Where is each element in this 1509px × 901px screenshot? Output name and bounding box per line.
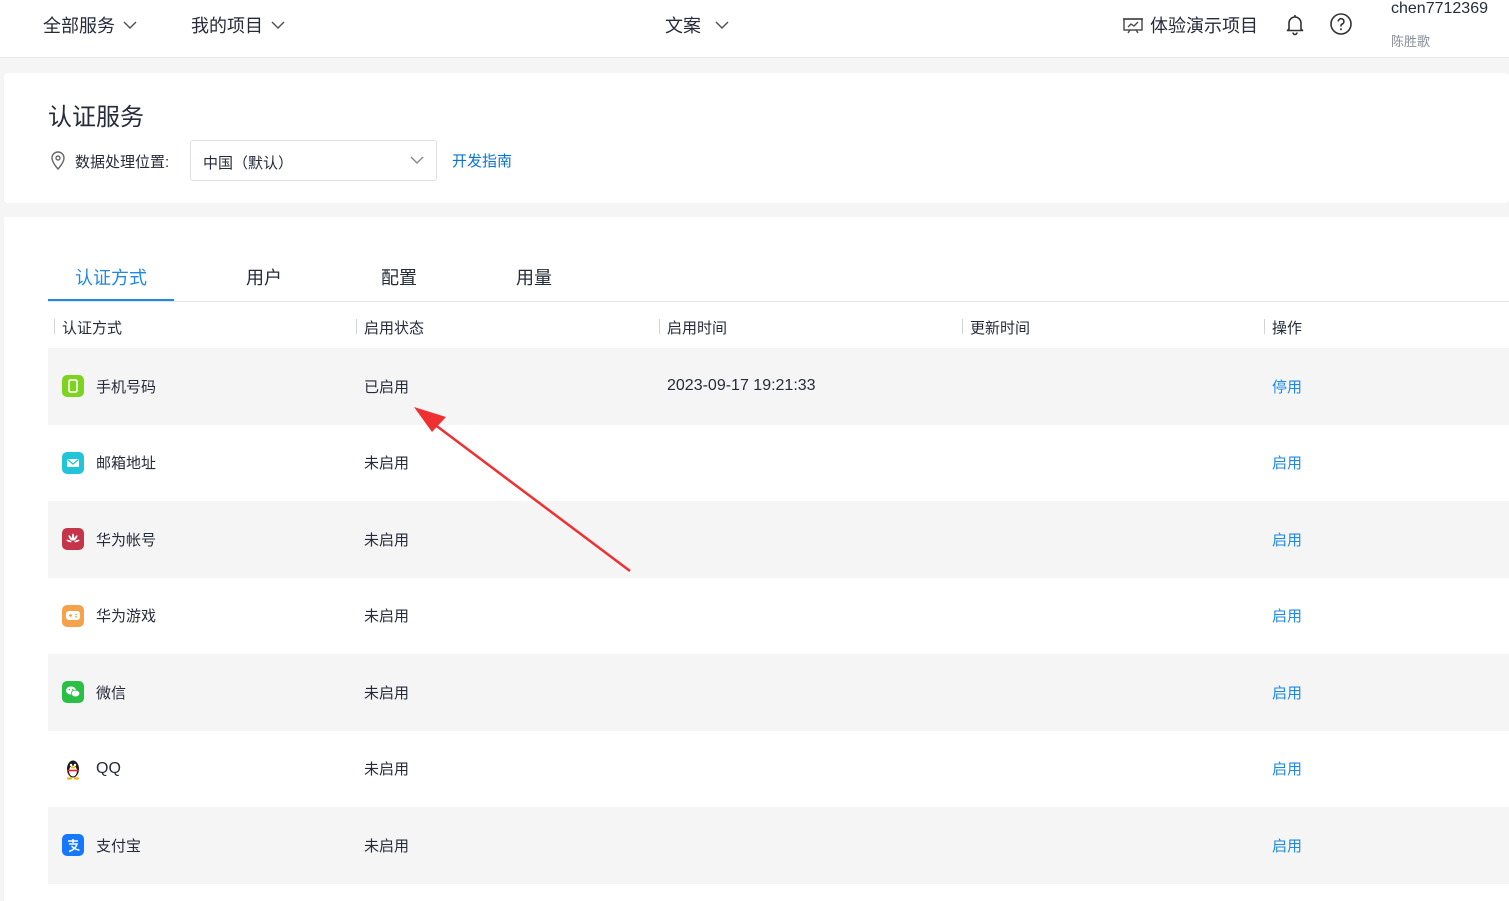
enabled-time: 2023-09-17 19:21:33 <box>667 377 816 395</box>
project-name: 文案 <box>665 16 701 36</box>
chevron-down-icon <box>123 20 137 29</box>
tab-config[interactable]: 配置 <box>381 264 417 290</box>
status-text: 未启用 <box>364 531 410 549</box>
method-name: 华为游戏 <box>96 608 157 626</box>
table-row: 支付宝 未启用 启用 <box>48 807 1509 884</box>
phone-icon <box>62 375 84 398</box>
enable-button[interactable]: 启用 <box>1272 578 1302 655</box>
table-row: 微信 未启用 启用 <box>48 654 1509 731</box>
status-text: 未启用 <box>364 837 410 855</box>
qq-penguin-icon <box>62 758 84 780</box>
active-tab-indicator <box>48 299 174 301</box>
table-row: 华为游戏 未启用 启用 <box>48 578 1509 655</box>
chevron-down-icon <box>410 156 424 164</box>
method-name: QQ <box>96 759 121 777</box>
page-title: 认证服务 <box>48 104 144 131</box>
method-cell: 华为帐号 <box>62 501 156 578</box>
method-name: 华为帐号 <box>96 531 157 549</box>
chevron-down-icon <box>715 20 729 29</box>
status-text: 未启用 <box>364 608 410 626</box>
enable-button[interactable]: 启用 <box>1272 654 1302 731</box>
bell-icon[interactable] <box>1283 12 1307 36</box>
service-header-card: 认证服务 数据处理位置: 中国（默认） 开发指南 <box>4 73 1509 203</box>
method-name: 支付宝 <box>96 837 142 855</box>
column-header-status: 启用状态 <box>356 317 424 338</box>
method-cell: QQ <box>62 731 121 808</box>
status-text: 已启用 <box>364 378 410 396</box>
table-row: QQ 未启用 启用 <box>48 731 1509 808</box>
method-name: 微信 <box>96 684 127 702</box>
all-services-label: 全部服务 <box>43 16 115 36</box>
chevron-down-icon <box>271 20 285 29</box>
method-name: 手机号码 <box>96 378 157 396</box>
column-header-method: 认证方式 <box>54 317 122 338</box>
developer-guide-link[interactable]: 开发指南 <box>452 150 512 171</box>
huawei-icon <box>62 528 84 551</box>
tab-bar: 认证方式 用户 配置 用量 <box>48 217 1509 302</box>
enable-button[interactable]: 启用 <box>1272 501 1302 578</box>
status-text: 未启用 <box>364 761 410 779</box>
top-navigation-bar: 全部服务 我的项目 文案 体验演示项目 chen7712369 陈胜歌 <box>0 0 1509 58</box>
column-header-actions: 操作 <box>1264 317 1302 338</box>
user-display-name: 陈胜歌 <box>1391 34 1431 49</box>
tab-auth-methods[interactable]: 认证方式 <box>75 264 147 290</box>
demo-project-label: 体验演示项目 <box>1150 16 1258 36</box>
enable-button[interactable]: 启用 <box>1272 425 1302 502</box>
column-header-updated-time: 更新时间 <box>962 317 1030 338</box>
all-services-menu[interactable]: 全部服务 <box>43 12 137 38</box>
method-cell: 邮箱地址 <box>62 425 156 502</box>
method-cell: 华为游戏 <box>62 578 156 655</box>
region-select-value: 中国（默认） <box>203 155 294 172</box>
method-cell: 支付宝 <box>62 807 141 884</box>
tab-users[interactable]: 用户 <box>246 264 282 290</box>
region-select[interactable]: 中国（默认） <box>190 140 437 181</box>
method-cell: 微信 <box>62 654 126 731</box>
status-text: 未启用 <box>364 684 410 702</box>
tab-usage[interactable]: 用量 <box>516 264 552 290</box>
alipay-icon <box>62 834 84 857</box>
location-pin-icon <box>51 151 65 170</box>
my-projects-label: 我的项目 <box>191 16 263 36</box>
method-name: 邮箱地址 <box>96 455 157 473</box>
demo-project-button[interactable]: 体验演示项目 <box>1122 12 1258 38</box>
table-row: 华为帐号 未启用 启用 <box>48 501 1509 578</box>
help-icon[interactable] <box>1329 12 1353 36</box>
auth-methods-card: 认证方式 用户 配置 用量 认证方式 启用状态 启用时间 更新时间 操作 手机号… <box>4 217 1509 901</box>
gamepad-icon <box>62 604 84 627</box>
enable-button[interactable]: 启用 <box>1272 731 1302 808</box>
email-icon <box>62 451 84 474</box>
data-location-label: 数据处理位置: <box>75 154 170 171</box>
table-row: 邮箱地址 未启用 启用 <box>48 425 1509 502</box>
my-projects-menu[interactable]: 我的项目 <box>191 12 285 38</box>
wechat-icon <box>62 681 84 704</box>
status-text: 未启用 <box>364 455 410 473</box>
project-selector[interactable]: 文案 <box>665 12 729 38</box>
disable-button[interactable]: 停用 <box>1272 348 1302 425</box>
user-account-name[interactable]: chen7712369 <box>1391 0 1488 18</box>
method-cell: 手机号码 <box>62 348 156 425</box>
column-header-enabled-time: 启用时间 <box>659 317 727 338</box>
enable-button[interactable]: 启用 <box>1272 807 1302 884</box>
auth-methods-table: 手机号码 已启用 2023-09-17 19:21:33 停用 邮箱地址 未启用… <box>48 348 1509 884</box>
demo-screen-icon <box>1123 18 1143 34</box>
table-header: 认证方式 启用状态 启用时间 更新时间 操作 <box>48 309 1509 345</box>
table-row: 手机号码 已启用 2023-09-17 19:21:33 停用 <box>48 348 1509 425</box>
